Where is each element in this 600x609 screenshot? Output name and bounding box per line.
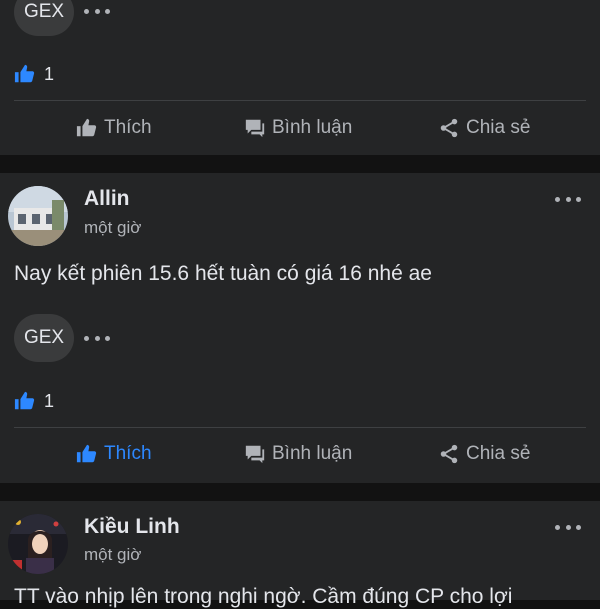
like-button[interactable]: Thích [76,439,152,469]
avatar[interactable] [8,514,68,574]
ticker-tag[interactable]: GEX [14,314,74,362]
post-card-3: Kiều Linh một giờ TT vào nhịp lên trong … [0,501,600,608]
post-card-1: GEX 1 Thích Bình luận Chia sẻ [0,0,600,155]
author-name[interactable]: Kiều Linh [84,515,180,539]
post-time[interactable]: một giờ [84,545,141,565]
share-label: Chia sẻ [466,443,531,464]
post-card-2: Allin một giờ Nay kết phiên 15.6 hết tuà… [0,173,600,483]
likes-summary[interactable]: 1 [14,62,54,86]
share-button[interactable]: Chia sẻ [438,113,530,143]
share-label: Chia sẻ [466,117,531,138]
thumbs-up-icon [76,118,97,137]
share-icon [440,118,458,138]
divider [14,100,586,101]
avatar-image [8,514,68,574]
like-count: 1 [44,63,55,84]
comment-label: Bình luận [272,117,353,138]
thumbs-up-icon [14,391,35,410]
thumbs-up-icon [14,64,35,83]
share-button[interactable]: Chia sẻ [438,439,530,469]
more-dots-icon[interactable] [84,4,110,18]
like-label: Thích [104,117,152,138]
likes-summary[interactable]: 1 [14,389,54,413]
like-label: Thích [104,443,152,464]
author-name[interactable]: Allin [84,187,130,211]
post-separator [0,483,600,501]
post-time[interactable]: một giờ [84,218,141,238]
divider [14,427,586,428]
post-text: Nay kết phiên 15.6 hết tuàn có giá 16 nh… [14,262,432,285]
like-button[interactable]: Thích [76,113,152,143]
like-count: 1 [44,390,55,411]
ticker-tag[interactable]: GEX [14,0,74,36]
thumbs-up-icon [76,444,97,463]
comment-button[interactable]: Bình luận [244,439,352,469]
chat-bubble-icon [245,445,265,464]
avatar[interactable] [8,186,68,246]
chat-bubble-icon [245,119,265,138]
comment-button[interactable]: Bình luận [244,113,352,143]
avatar-image [8,186,68,246]
comment-label: Bình luận [272,443,353,464]
more-dots-icon[interactable] [84,331,110,345]
post-text: TT vào nhịp lên trong nghi ngờ. Cầm đúng… [14,585,513,608]
share-icon [440,444,458,464]
more-dots-icon[interactable] [555,192,581,206]
post-separator [0,155,600,173]
more-dots-icon[interactable] [555,520,581,534]
